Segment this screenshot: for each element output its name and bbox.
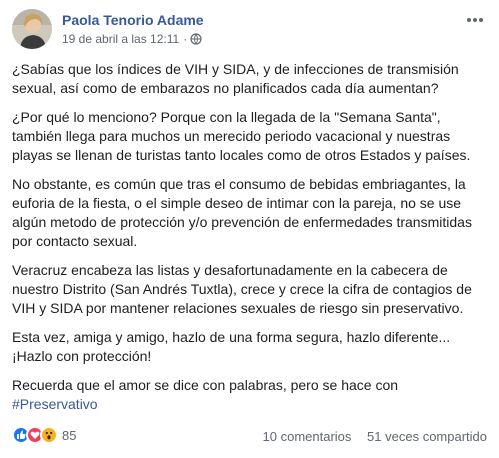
more-options-icon[interactable]: [463, 11, 487, 29]
hashtag-link[interactable]: #Preservativo: [12, 396, 98, 412]
post-footer: 85 10 comentarios 51 veces compartido: [12, 424, 487, 450]
post-stats: 10 comentarios 51 veces compartido: [263, 429, 487, 444]
post-paragraph-text: Recuerda que el amor se dice con palabra…: [12, 377, 399, 393]
globe-icon[interactable]: [190, 33, 202, 45]
post-body: ¿Sabías que los índices de VIH y SIDA, y…: [12, 60, 490, 424]
post-paragraph: ¿Sabías que los índices de VIH y SIDA, y…: [12, 61, 459, 96]
post-paragraph-last: Recuerda que el amor se dice con palabra…: [12, 376, 490, 414]
post-paragraph: Veracruz encabeza las listas y desafortu…: [12, 262, 472, 316]
post-paragraph: Esta vez, amiga y amigo, hazlo de una fo…: [12, 329, 451, 364]
post-paragraph: No obstante, es común que tras el consum…: [12, 176, 472, 249]
wow-icon: [40, 426, 58, 444]
author-name[interactable]: Paola Tenorio Adame: [62, 12, 204, 28]
comments-link[interactable]: 10 comentarios: [263, 429, 352, 444]
reaction-count[interactable]: 85: [62, 428, 76, 443]
post-paragraph: ¿Por qué lo menciono? Porque con la lleg…: [12, 109, 471, 163]
post-meta: 19 de abril a las 12:11 ·: [62, 32, 202, 46]
author-avatar[interactable]: [12, 9, 52, 49]
avatar-image: [12, 9, 52, 49]
reactions-summary[interactable]: 85: [12, 426, 76, 444]
facebook-post: Paola Tenorio Adame 19 de abril a las 12…: [0, 0, 499, 458]
post-header: Paola Tenorio Adame 19 de abril a las 12…: [12, 9, 487, 53]
post-timestamp[interactable]: 19 de abril a las 12:11: [62, 32, 179, 46]
shares-link[interactable]: 51 veces compartido: [367, 429, 487, 444]
meta-separator: ·: [183, 32, 188, 46]
